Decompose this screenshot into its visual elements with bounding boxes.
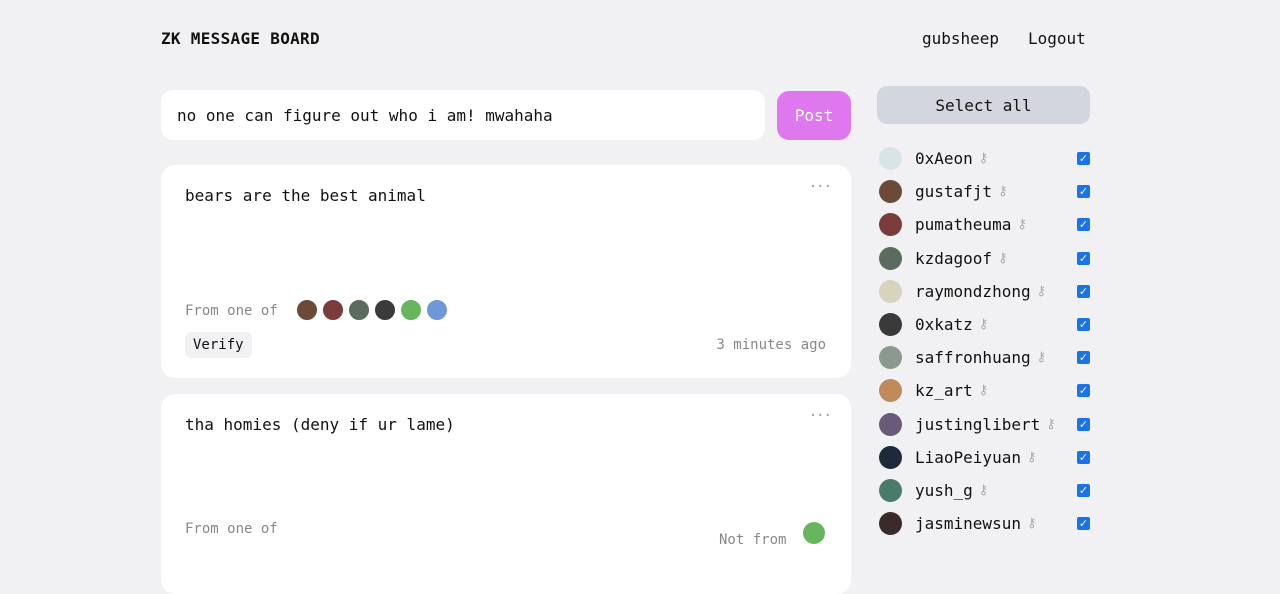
user-row[interactable]: justinglibert ⚷ ✓: [879, 408, 1094, 441]
key-icon: ⚷: [978, 383, 989, 399]
user-name: 0xAeon: [915, 149, 973, 169]
from-label: From one of: [185, 521, 278, 537]
user-checkbox[interactable]: ✓: [1077, 284, 1090, 298]
key-icon: ⚷: [1026, 449, 1037, 465]
key-icon: ⚷: [1017, 217, 1027, 233]
avatar: [879, 346, 902, 370]
avatar: [879, 246, 902, 270]
post-text: tha homies (deny if ur lame): [185, 415, 455, 434]
signer-avatar: [400, 299, 422, 321]
user-name: pumatheuma: [915, 215, 1012, 235]
user-checkbox[interactable]: ✓: [1077, 185, 1090, 199]
user-checkbox[interactable]: ✓: [1077, 384, 1090, 398]
user-row[interactable]: pumatheuma ⚷ ✓: [879, 208, 1094, 241]
user-checkbox[interactable]: ✓: [1077, 450, 1090, 464]
user-checkbox[interactable]: ✓: [1077, 218, 1090, 232]
user-name: 0xkatz: [915, 315, 973, 335]
signer-avatar: [374, 299, 396, 321]
signer-avatar: [426, 299, 448, 321]
user-row[interactable]: 0xAeon ⚷ ✓: [879, 142, 1094, 175]
user-name: justinglibert: [915, 414, 1041, 434]
avatar: [879, 412, 902, 436]
user-name: jasminewsun: [915, 514, 1021, 534]
not-from-label: Not from: [719, 532, 787, 548]
signer-avatar: [296, 299, 318, 321]
post-timestamp: 3 minutes ago: [716, 337, 826, 353]
username-link[interactable]: gubsheep: [922, 29, 999, 48]
key-icon: ⚷: [998, 184, 1008, 200]
not-from-avatar: [803, 522, 825, 544]
user-checkbox[interactable]: ✓: [1077, 318, 1090, 332]
key-icon: ⚷: [978, 151, 989, 167]
user-name: raymondzhong: [915, 281, 1031, 301]
user-name: saffronhuang: [915, 348, 1031, 368]
user-row[interactable]: gustafjt ⚷ ✓: [879, 175, 1094, 208]
user-name: yush_g: [915, 480, 973, 500]
user-row[interactable]: saffronhuang ⚷ ✓: [879, 341, 1094, 374]
user-checkbox[interactable]: ✓: [1077, 351, 1090, 365]
key-icon: ⚷: [1026, 516, 1037, 532]
app-brand: ZK MESSAGE BOARD: [161, 29, 320, 48]
avatar: [879, 478, 902, 502]
avatar: [879, 213, 902, 237]
user-row[interactable]: jasminewsun ⚷ ✓: [879, 507, 1094, 540]
signer-avatars: [296, 299, 452, 321]
user-name: kzdagoof: [915, 248, 993, 268]
user-checkbox[interactable]: ✓: [1077, 251, 1090, 265]
select-all-button[interactable]: Select all: [877, 86, 1090, 124]
key-icon: ⚷: [1036, 283, 1047, 299]
avatar: [879, 512, 902, 536]
post-text: bears are the best animal: [185, 186, 426, 205]
avatar: [879, 279, 902, 303]
avatar: [879, 313, 902, 337]
user-row[interactable]: raymondzhong ⚷ ✓: [879, 275, 1094, 308]
key-icon: ⚷: [1046, 416, 1056, 432]
avatar: [879, 379, 902, 403]
avatar: [879, 180, 902, 204]
user-row[interactable]: kz_art ⚷ ✓: [879, 374, 1094, 407]
user-name: kz_art: [915, 381, 973, 401]
user-row[interactable]: LiaoPeiyuan ⚷ ✓: [879, 441, 1094, 474]
post-card: bears are the best animal ··· From one o…: [161, 165, 851, 378]
signer-avatar: [322, 299, 344, 321]
avatar: [879, 147, 902, 171]
post-card: tha homies (deny if ur lame) ··· From on…: [161, 394, 851, 594]
user-row[interactable]: 0xkatz ⚷ ✓: [879, 308, 1094, 341]
key-icon: ⚷: [978, 317, 989, 333]
more-options-icon[interactable]: ···: [809, 179, 832, 195]
logout-link[interactable]: Logout: [1028, 29, 1086, 48]
key-icon: ⚷: [998, 250, 1008, 266]
more-options-icon[interactable]: ···: [809, 408, 832, 424]
avatar: [879, 445, 902, 469]
user-name: gustafjt: [915, 182, 993, 202]
post-button[interactable]: Post: [777, 91, 851, 140]
user-checkbox[interactable]: ✓: [1077, 152, 1090, 166]
user-name: LiaoPeiyuan: [915, 447, 1021, 467]
message-input[interactable]: no one can figure out who i am! mwahaha: [161, 90, 765, 140]
user-row[interactable]: kzdagoof ⚷ ✓: [879, 242, 1094, 275]
user-list: 0xAeon ⚷ ✓ gustafjt ⚷ ✓ pumatheuma ⚷ ✓ kzdagoof ⚷ ✓…: [879, 142, 1094, 540]
user-checkbox[interactable]: ✓: [1077, 417, 1090, 431]
verify-button[interactable]: Verify: [185, 332, 252, 358]
message-input-value: no one can figure out who i am! mwahaha: [177, 105, 553, 125]
signer-avatar: [348, 299, 370, 321]
key-icon: ⚷: [1036, 350, 1047, 366]
user-row[interactable]: yush_g ⚷ ✓: [879, 474, 1094, 507]
user-checkbox[interactable]: ✓: [1077, 483, 1090, 497]
key-icon: ⚷: [978, 482, 989, 498]
from-label: From one of: [185, 303, 278, 319]
user-checkbox[interactable]: ✓: [1077, 517, 1090, 531]
